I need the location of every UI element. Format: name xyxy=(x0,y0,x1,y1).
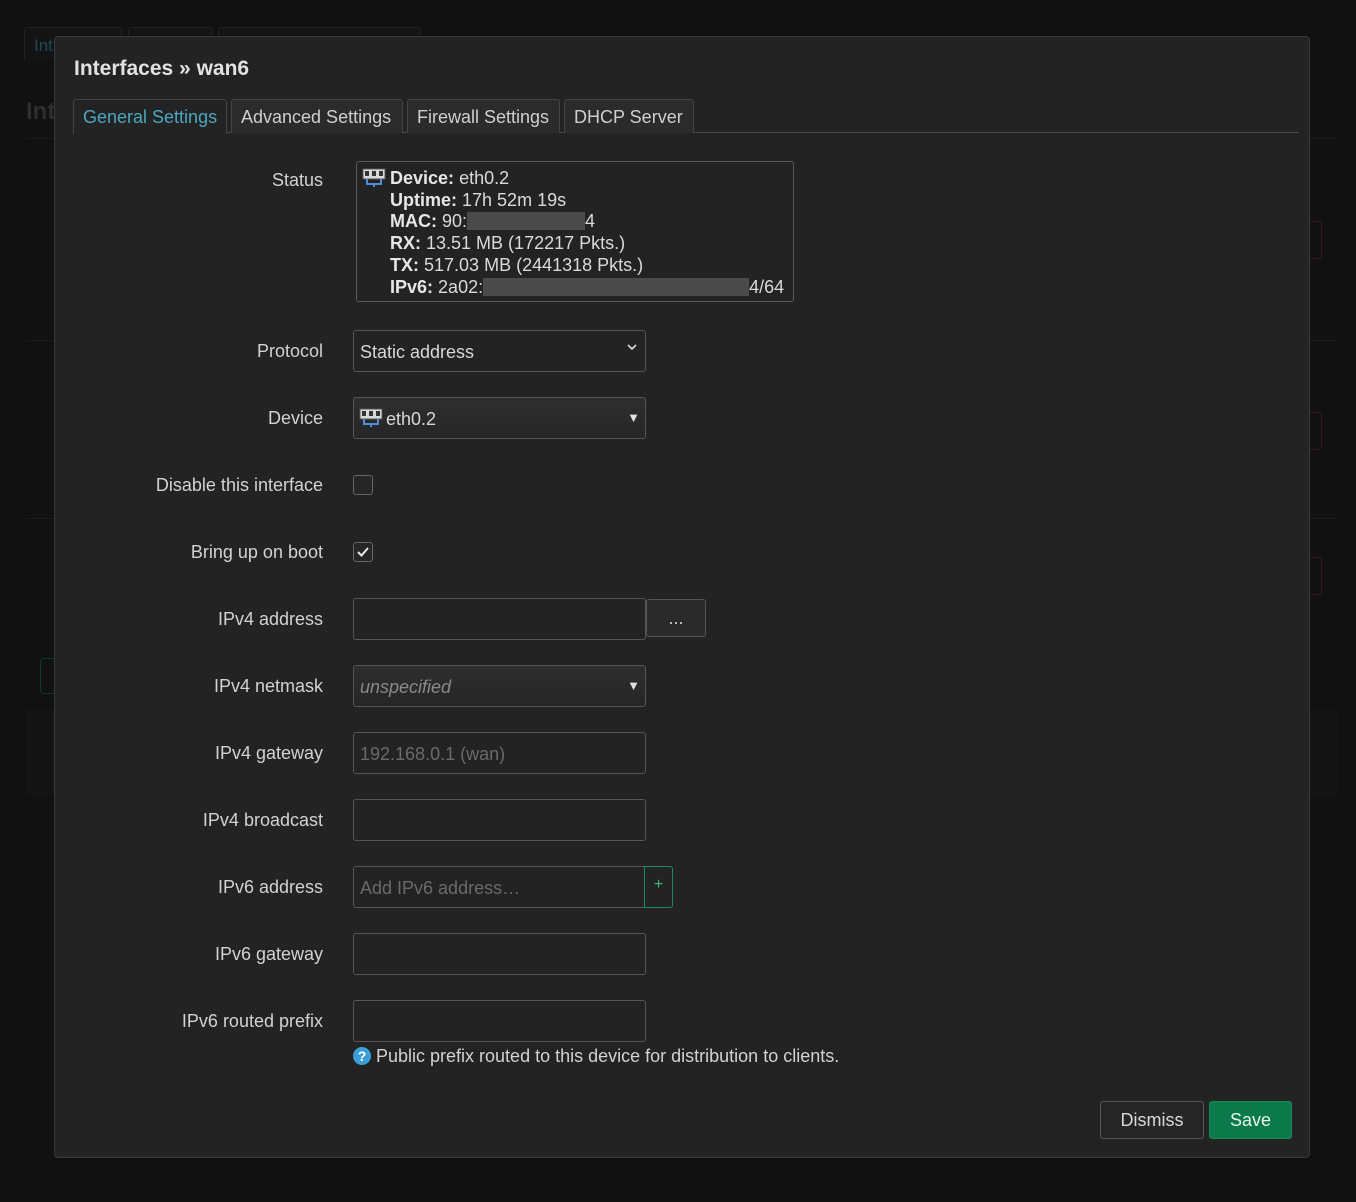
ipv6-address-input[interactable]: Add IPv6 address… xyxy=(353,866,645,908)
ipv6-prefix-label: IPv6 routed prefix xyxy=(181,1011,323,1031)
ipv6-prefix-help: ? Public prefix routed to this device for… xyxy=(353,1046,839,1067)
ipv4-netmask-value: unspecified xyxy=(360,677,452,697)
ipv6-address-placeholder: Add IPv6 address… xyxy=(360,878,521,898)
disable-interface-checkbox[interactable] xyxy=(353,475,373,495)
ipv6-gateway-label: IPv6 gateway xyxy=(214,944,323,964)
caret-down-icon: ▼ xyxy=(627,410,640,425)
disable-label: Disable this interface xyxy=(155,475,323,495)
redacted-ipv6 xyxy=(483,278,750,296)
tab-advanced-settings[interactable]: Advanced Settings xyxy=(231,99,403,133)
tab-general-settings[interactable]: General Settings xyxy=(73,99,227,134)
interface-edit-modal: Interfaces » wan6 General Settings Advan… xyxy=(54,36,1310,1158)
status-device: Device: eth0.2 xyxy=(390,168,510,188)
device-value: eth0.2 xyxy=(386,409,437,429)
bg-add-button xyxy=(40,658,54,694)
network-port-icon xyxy=(359,408,383,427)
help-icon: ? xyxy=(353,1047,371,1065)
ipv6-prefix-help-text: Public prefix routed to this device for … xyxy=(376,1046,840,1066)
ipv4-gateway-input[interactable]: 192.168.0.1 (wan) xyxy=(353,732,646,774)
status-ipv6: IPv6: 2a02: 4/64 xyxy=(390,277,785,297)
device-select[interactable]: eth0.2 ▼ xyxy=(353,397,646,439)
bg-page-title: Int xyxy=(26,98,56,125)
status-panel: Device: eth0.2 Uptime: 17h 52m 19s MAC: … xyxy=(356,161,794,302)
ipv4-netmask-select[interactable]: unspecified ▼ xyxy=(353,665,646,707)
status-label: Status xyxy=(271,170,323,190)
ipv4-netmask-label: IPv4 netmask xyxy=(213,676,323,696)
protocol-select[interactable]: Static address xyxy=(353,330,646,372)
ipv4-broadcast-label: IPv4 broadcast xyxy=(202,810,323,830)
ipv4-address-label: IPv4 address xyxy=(217,609,323,629)
modal-title: Interfaces » wan6 xyxy=(74,57,250,80)
checkmark-icon xyxy=(357,547,369,557)
status-rx: RX: 13.51 MB (172217 Pkts.) xyxy=(390,233,626,253)
ipv4-broadcast-input[interactable] xyxy=(353,799,646,841)
status-mac: MAC: 90: 4 xyxy=(390,211,596,231)
tab-dhcp-server[interactable]: DHCP Server xyxy=(564,99,694,133)
status-tx: TX: 517.03 MB (2441318 Pkts.) xyxy=(390,255,644,275)
network-port-icon xyxy=(362,168,386,187)
ipv4-gateway-label: IPv4 gateway xyxy=(214,743,323,763)
caret-down-icon: ▼ xyxy=(627,678,640,693)
ipv6-routed-prefix-input[interactable] xyxy=(353,1000,646,1042)
ipv4-gateway-placeholder: 192.168.0.1 (wan) xyxy=(360,744,506,764)
bg-tab-label: Int xyxy=(34,36,53,55)
tab-firewall-settings[interactable]: Firewall Settings xyxy=(407,99,560,133)
ipv6-address-label: IPv6 address xyxy=(217,877,323,897)
protocol-value: Static address xyxy=(360,342,475,362)
device-label: Device xyxy=(267,408,323,428)
status-uptime: Uptime: 17h 52m 19s xyxy=(390,190,567,210)
chevron-down-icon xyxy=(627,344,637,351)
redacted-mac xyxy=(467,212,586,230)
bring-up-label: Bring up on boot xyxy=(190,542,323,562)
save-button[interactable]: Save xyxy=(1209,1101,1292,1139)
ipv6-gateway-input[interactable] xyxy=(353,933,646,975)
ipv4-address-more-button[interactable]: ... xyxy=(646,599,706,637)
dismiss-button[interactable]: Dismiss xyxy=(1100,1101,1204,1139)
add-ipv6-address-button[interactable]: + xyxy=(644,866,673,908)
bring-up-on-boot-checkbox[interactable] xyxy=(353,542,373,562)
protocol-label: Protocol xyxy=(256,341,323,361)
ipv4-address-input[interactable] xyxy=(353,598,646,640)
tab-bar: General Settings Advanced Settings Firew… xyxy=(73,99,1299,134)
